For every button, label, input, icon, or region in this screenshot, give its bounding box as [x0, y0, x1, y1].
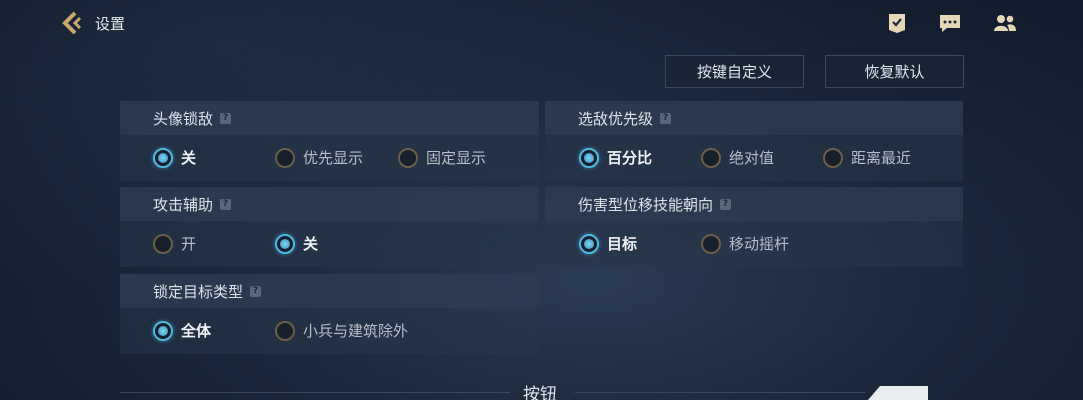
option-label: 绝对值	[729, 149, 775, 167]
radio-unselected-icon	[275, 147, 295, 168]
radio-unselected-icon	[823, 147, 843, 168]
decorative-shape	[868, 386, 928, 400]
radio-option[interactable]: 绝对值	[701, 147, 774, 168]
help-icon[interactable]: ?	[660, 112, 672, 124]
radio-selected-icon	[579, 147, 599, 168]
panel-title: 头像锁敌	[153, 109, 214, 128]
help-icon[interactable]: ?	[720, 198, 732, 210]
panel-header: 攻击辅助 ?	[120, 187, 539, 221]
panel-header: 选敌优先级 ?	[545, 101, 963, 135]
panel-title: 锁定目标类型	[153, 282, 244, 301]
radio-option[interactable]: 固定显示	[398, 147, 486, 168]
section-divider	[120, 392, 510, 393]
help-icon[interactable]: ?	[220, 198, 232, 210]
radio-option[interactable]: 移动摇杆	[701, 233, 789, 254]
panel-title: 伤害型位移技能朝向	[578, 195, 714, 214]
section-divider	[575, 392, 865, 393]
option-label: 开	[181, 235, 197, 253]
option-label: 关	[303, 235, 319, 253]
option-label: 小兵与建筑除外	[303, 322, 409, 340]
panel-header: 锁定目标类型 ?	[120, 274, 539, 308]
chat-icon[interactable]	[938, 12, 960, 34]
panel-avatar-lock: 头像锁敌 ? 关 优先显示 固定显示	[120, 101, 539, 181]
radio-option[interactable]: 关	[153, 147, 196, 168]
panel-title: 选敌优先级	[578, 109, 654, 128]
radio-selected-icon	[153, 320, 173, 341]
radio-unselected-icon	[398, 147, 418, 168]
radio-option[interactable]: 百分比	[579, 147, 652, 168]
option-label: 百分比	[607, 149, 653, 167]
option-label: 移动摇杆	[729, 235, 790, 253]
radio-selected-icon	[153, 147, 173, 168]
option-label: 全体	[181, 322, 212, 340]
panel-header: 头像锁敌 ?	[120, 101, 539, 135]
option-label: 关	[181, 149, 197, 167]
task-badge-icon[interactable]	[886, 12, 908, 34]
panel-lock-target-type: 锁定目标类型 ? 全体 小兵与建筑除外	[120, 274, 539, 354]
radio-option[interactable]: 距离最近	[823, 147, 911, 168]
radio-selected-icon	[579, 233, 599, 254]
friends-icon[interactable]	[993, 12, 1016, 34]
option-label: 目标	[607, 235, 638, 253]
custom-keys-button[interactable]: 按键自定义	[665, 55, 804, 88]
radio-selected-icon	[275, 233, 295, 254]
option-label: 距离最近	[851, 149, 912, 167]
panel-target-priority: 选敌优先级 ? 百分比 绝对值 距离最近	[545, 101, 963, 181]
radio-unselected-icon	[153, 233, 173, 254]
radio-option[interactable]: 关	[275, 233, 318, 254]
radio-unselected-icon	[275, 320, 295, 341]
option-label: 固定显示	[426, 149, 487, 167]
back-arrow-icon[interactable]	[60, 10, 86, 36]
radio-option[interactable]: 开	[153, 233, 196, 254]
option-label: 优先显示	[303, 149, 364, 167]
radio-unselected-icon	[701, 147, 721, 168]
panel-attack-assist: 攻击辅助 ? 开 关	[120, 187, 539, 267]
radio-option[interactable]: 优先显示	[275, 147, 363, 168]
radio-option[interactable]: 小兵与建筑除外	[275, 320, 408, 341]
restore-default-button[interactable]: 恢复默认	[825, 55, 964, 88]
help-icon[interactable]: ?	[250, 285, 262, 297]
radio-option[interactable]: 全体	[153, 320, 211, 341]
radio-unselected-icon	[701, 233, 721, 254]
radio-option[interactable]: 目标	[579, 233, 637, 254]
section-title: 按钮	[523, 385, 557, 400]
panel-header: 伤害型位移技能朝向 ?	[545, 187, 963, 221]
panel-dash-skill-direction: 伤害型位移技能朝向 ? 目标 移动摇杆	[545, 187, 963, 267]
panel-title: 攻击辅助	[153, 195, 214, 214]
page-title: 设置	[95, 15, 126, 33]
help-icon[interactable]: ?	[220, 112, 232, 124]
